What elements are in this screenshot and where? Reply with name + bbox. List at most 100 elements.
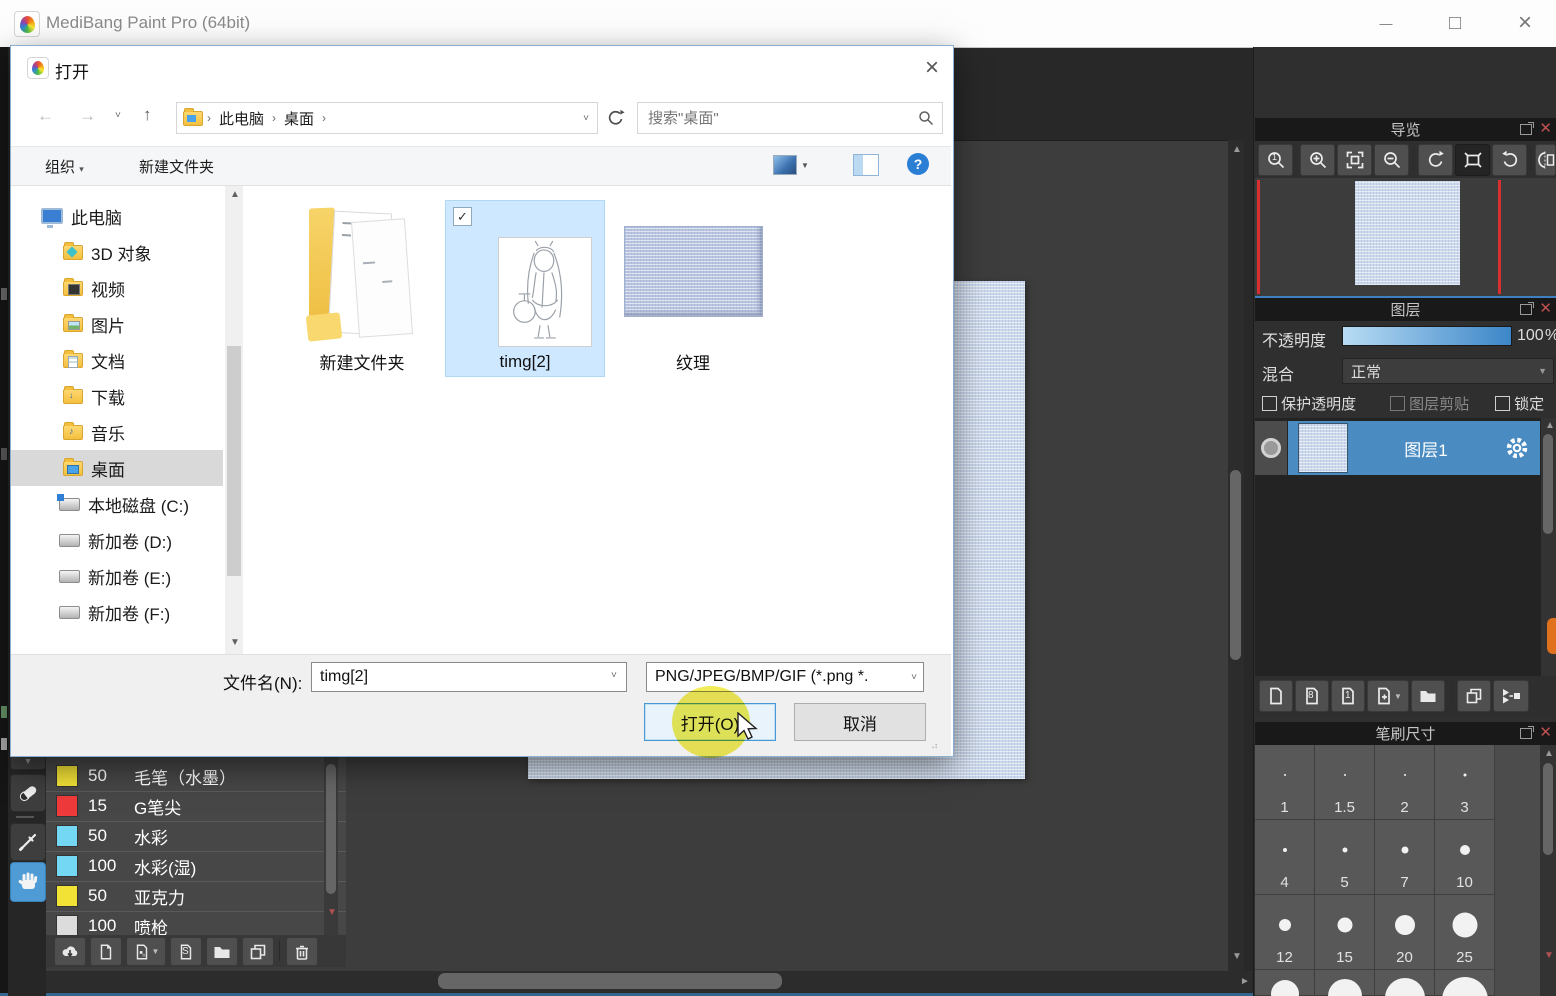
brush-size-cell[interactable]: 15	[1315, 895, 1375, 970]
file-tile-folder[interactable]: 新建文件夹	[297, 196, 427, 378]
rotate-left-button[interactable]	[1418, 144, 1453, 176]
breadcrumb[interactable]: 此电脑 桌面	[176, 102, 598, 134]
resize-grip[interactable]: ⠴	[931, 741, 939, 752]
brush-size-cell[interactable]	[1435, 970, 1495, 996]
add-brush-image-button[interactable]: ▼	[126, 937, 166, 966]
filetype-select[interactable]: PNG/JPEG/BMP/GIF (*.png *.	[646, 662, 924, 692]
canvas-horizontal-scrollbar[interactable]: ►	[12, 971, 1252, 992]
rotate-right-button[interactable]	[1492, 144, 1527, 176]
search-box[interactable]	[637, 102, 943, 134]
close-panel-icon[interactable]	[1539, 723, 1552, 741]
navigator-preview[interactable]	[1255, 178, 1556, 296]
popout-icon[interactable]	[1520, 302, 1534, 315]
sidebar-scrollbar[interactable]: ▲ ▼	[225, 186, 243, 656]
close-button[interactable]	[1502, 8, 1548, 38]
back-icon[interactable]: ←	[37, 106, 54, 126]
brush-item[interactable]: 100 水彩(湿)	[46, 851, 346, 882]
hand-tool[interactable]	[10, 862, 46, 902]
popout-icon[interactable]	[1520, 726, 1534, 739]
brush-item[interactable]: 50 亚克力	[46, 881, 346, 912]
lock-checkbox[interactable]: 锁定	[1495, 393, 1544, 414]
brush-folder-button[interactable]	[206, 937, 238, 966]
breadcrumb-this-pc[interactable]: 此电脑	[215, 108, 268, 129]
sidebar-item-music[interactable]: ♪ 音乐	[11, 414, 223, 450]
duplicate-brush-button[interactable]	[242, 937, 274, 966]
selection-checkbox[interactable]: ✓	[453, 207, 472, 226]
sidebar-scroll-thumb[interactable]	[227, 346, 241, 576]
brush-size-cell[interactable]: 3	[1435, 745, 1495, 820]
brush-size-cell[interactable]: 1.5	[1315, 745, 1375, 820]
breadcrumb-desktop[interactable]: 桌面	[280, 108, 318, 129]
opacity-slider[interactable]	[1342, 326, 1512, 346]
new-1bit-layer-button[interactable]: 1	[1331, 680, 1365, 712]
brush-item[interactable]: 50 水彩	[46, 821, 346, 852]
layer-visibility-toggle[interactable]	[1255, 421, 1287, 475]
fit-screen-button[interactable]	[1337, 144, 1372, 176]
canvas-vertical-scrollbar[interactable]: ▲ ▼	[1228, 140, 1244, 971]
new-8bit-layer-button[interactable]: 8	[1295, 680, 1329, 712]
file-tile-timg-selected[interactable]: ✓ timg[2]	[445, 200, 605, 377]
help-button[interactable]: ?	[907, 153, 929, 175]
sidebar-item-desktop-selected[interactable]: 桌面	[11, 450, 223, 486]
sidebar-item-drive-d[interactable]: 新加卷 (D:)	[11, 522, 223, 558]
search-input[interactable]	[646, 108, 918, 128]
zoom-in-button[interactable]	[1300, 144, 1335, 176]
brush-item[interactable]: 15 G笔尖	[46, 791, 346, 822]
history-caret-icon[interactable]	[115, 110, 121, 121]
brush-size-cell[interactable]	[1375, 970, 1435, 996]
sidebar-item-downloads[interactable]: ↓ 下载	[11, 378, 223, 414]
filename-caret-icon[interactable]	[611, 670, 617, 681]
brush-size-cell[interactable]: 5	[1315, 820, 1375, 895]
layer-folder-button[interactable]	[1411, 680, 1445, 712]
protect-alpha-checkbox[interactable]: 保护透明度	[1262, 393, 1356, 414]
flip-horizontal-button[interactable]	[1535, 144, 1556, 176]
layer-settings-gear-icon[interactable]	[1504, 435, 1530, 461]
forward-icon[interactable]: →	[79, 106, 96, 126]
close-panel-icon[interactable]	[1539, 299, 1552, 317]
refresh-button[interactable]	[600, 102, 632, 134]
cancel-button[interactable]: 取消	[794, 703, 926, 741]
brush-size-cell[interactable]: 10	[1435, 820, 1495, 895]
sidebar-item-videos[interactable]: 视频	[11, 270, 223, 306]
popout-icon[interactable]	[1520, 122, 1534, 135]
delete-brush-button[interactable]	[286, 937, 318, 966]
merge-layer-button[interactable]	[1493, 680, 1529, 712]
sidebar-item-drive-f[interactable]: 新加卷 (F:)	[11, 594, 223, 630]
dialog-close-icon[interactable]	[925, 54, 939, 82]
new-folder-button[interactable]: 新建文件夹	[139, 156, 214, 177]
brush-size-cell[interactable]	[1255, 970, 1315, 996]
eraser-tool[interactable]	[10, 774, 46, 812]
search-icon[interactable]	[918, 110, 934, 126]
organize-menu[interactable]: 组织 ▾	[45, 156, 84, 177]
navigator-thumbnail[interactable]	[1355, 181, 1460, 285]
layer-row-selected[interactable]: 图层1	[1288, 421, 1540, 475]
up-icon[interactable]: ↑	[143, 105, 152, 125]
close-panel-icon[interactable]	[1539, 119, 1552, 137]
brush-size-cell[interactable]: 4	[1255, 820, 1315, 895]
maximize-button[interactable]	[1432, 8, 1478, 38]
sidebar-item-documents[interactable]: 文档	[11, 342, 223, 378]
brush-size-cell[interactable]: 25	[1435, 895, 1495, 970]
brush-size-cell[interactable]: 12	[1255, 895, 1315, 970]
clipping-checkbox[interactable]: 图层剪贴	[1390, 393, 1469, 414]
pen-tool[interactable]	[10, 823, 46, 861]
blend-mode-select[interactable]: 正常 ▼	[1342, 358, 1554, 384]
new-brush-button[interactable]	[90, 937, 122, 966]
script-brush-button[interactable]: S	[170, 937, 202, 966]
brush-cloud-download-button[interactable]	[54, 937, 86, 966]
zoom-100-button[interactable]: 1	[1258, 144, 1293, 176]
add-layer-button[interactable]: ▼	[1367, 680, 1409, 712]
brush-item[interactable]: 100 喷枪	[46, 911, 346, 936]
sidebar-item-this-pc[interactable]: 此电脑	[11, 198, 223, 234]
view-mode-button[interactable]: ▼	[773, 155, 809, 175]
brush-item[interactable]: 50 毛笔（水墨）	[46, 761, 346, 792]
sidebar-item-drive-c[interactable]: 本地磁盘 (C:)	[11, 486, 223, 522]
brush-size-cell[interactable]: 2	[1375, 745, 1435, 820]
brush-size-cell[interactable]: 20	[1375, 895, 1435, 970]
filename-input[interactable]	[311, 662, 627, 692]
brush-size-scrollbar[interactable]: ▲ ▼	[1540, 745, 1556, 996]
zoom-out-button[interactable]	[1374, 144, 1409, 176]
dock-flyout-tab[interactable]	[1547, 618, 1556, 654]
brush-list-scrollbar[interactable]: ▼	[324, 756, 338, 936]
brush-size-cell[interactable]	[1315, 970, 1375, 996]
